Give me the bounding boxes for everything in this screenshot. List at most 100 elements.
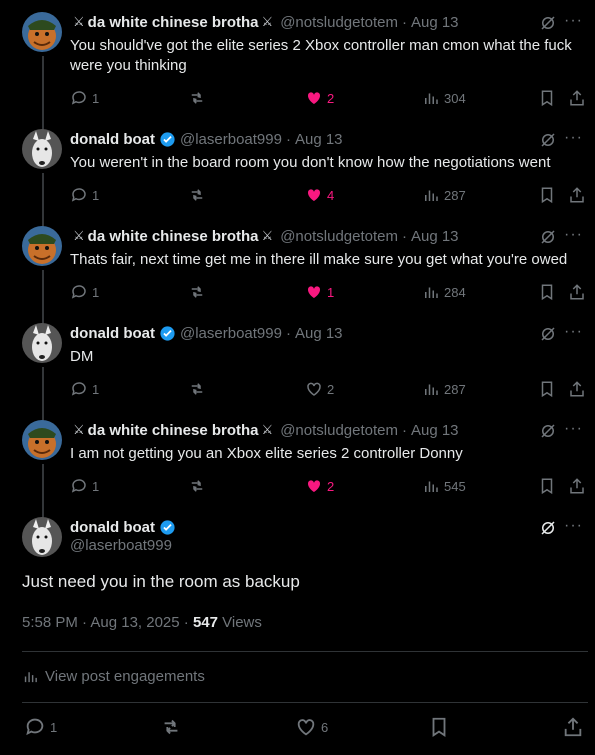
verified-badge-icon <box>160 519 175 535</box>
post-date[interactable]: Aug 13 <box>411 228 459 245</box>
display-name[interactable]: da white chinese brotha <box>88 14 259 31</box>
views-button[interactable]: 545 <box>422 476 466 496</box>
avatar[interactable] <box>22 517 62 557</box>
reply-button[interactable]: 1 <box>24 715 57 739</box>
repost-button[interactable] <box>188 476 210 496</box>
views-button[interactable]: 287 <box>422 379 466 399</box>
share-icon[interactable] <box>568 282 586 302</box>
like-button[interactable]: 2 <box>305 379 334 399</box>
views-button[interactable]: 284 <box>422 282 466 302</box>
user-handle[interactable]: @laserboat999 <box>180 131 282 148</box>
reply-button[interactable]: 1 <box>70 88 99 108</box>
post-text: DM <box>70 348 94 365</box>
share-icon[interactable] <box>568 379 586 399</box>
reply-count: 1 <box>92 381 100 397</box>
more-icon[interactable]: ··· <box>564 323 583 341</box>
avatar[interactable] <box>22 226 62 266</box>
repost-button[interactable] <box>188 282 210 302</box>
like-count: 2 <box>327 381 335 397</box>
more-icon[interactable]: ··· <box>564 129 583 147</box>
repost-button[interactable] <box>160 715 186 739</box>
repost-icon <box>191 383 203 395</box>
post-header: ⚔ da white chinese brotha ⚔ @notsludgeto… <box>70 420 459 440</box>
grok-icon[interactable] <box>539 519 557 537</box>
share-icon[interactable] <box>568 185 586 205</box>
reply-icon <box>71 91 86 105</box>
display-name[interactable]: donald boat <box>70 131 155 148</box>
avatar[interactable] <box>22 323 62 363</box>
like-button[interactable]: 6 <box>295 715 328 739</box>
view-engagements-link[interactable]: View post engagements <box>22 668 205 685</box>
repost-button[interactable] <box>188 185 210 205</box>
share-button[interactable] <box>562 715 588 739</box>
user-handle[interactable]: @notsludgetotem <box>280 228 398 245</box>
like-button[interactable]: 2 <box>305 88 334 108</box>
more-icon[interactable]: ··· <box>564 420 583 438</box>
reply-button[interactable]: 1 <box>70 185 99 205</box>
bookmark-icon[interactable] <box>538 476 556 496</box>
display-name[interactable]: da white chinese brotha <box>88 228 259 245</box>
grok-icon[interactable] <box>539 422 557 440</box>
reply-count: 1 <box>92 284 100 300</box>
repost-icon <box>191 92 203 104</box>
post-date[interactable]: Aug 13 <box>411 14 459 31</box>
display-name[interactable]: donald boat <box>70 325 155 342</box>
bookmark-icon[interactable] <box>538 88 556 108</box>
user-handle[interactable]: @notsludgetotem <box>280 14 398 31</box>
views-button[interactable]: 304 <box>422 88 466 108</box>
reply-button[interactable]: 1 <box>70 282 99 302</box>
more-icon[interactable]: ··· <box>564 226 583 244</box>
avatar[interactable] <box>22 420 62 460</box>
grok-icon[interactable] <box>539 14 557 32</box>
display-name[interactable]: donald boat <box>70 519 155 536</box>
like-count: 6 <box>321 719 329 735</box>
post-actions: 1 4 287 <box>70 185 590 205</box>
views-button[interactable]: 287 <box>422 185 466 205</box>
display-name[interactable]: da white chinese brotha <box>88 422 259 439</box>
more-icon[interactable]: ··· <box>564 517 583 535</box>
bookmark-icon[interactable] <box>538 185 556 205</box>
reply-button[interactable]: 1 <box>70 476 99 496</box>
bookmark-icon[interactable] <box>538 282 556 302</box>
grok-icon[interactable] <box>539 131 557 149</box>
share-icon[interactable] <box>568 88 586 108</box>
post-timestamp[interactable]: 5:58 PM · Aug 13, 2025 · <box>22 614 193 631</box>
user-handle[interactable]: @notsludgetotem <box>280 422 398 439</box>
repost-icon <box>191 189 203 201</box>
repost-button[interactable] <box>188 379 210 399</box>
avatar[interactable] <box>22 12 62 52</box>
bookmark-icon[interactable] <box>538 379 556 399</box>
reply-icon <box>26 718 44 736</box>
avatar[interactable] <box>22 129 62 169</box>
heart-icon <box>307 189 321 201</box>
views-icon <box>425 287 438 298</box>
more-icon[interactable]: ··· <box>564 12 583 30</box>
views-count: 304 <box>444 90 466 106</box>
like-button[interactable]: 2 <box>305 476 334 496</box>
reply-icon <box>71 285 86 299</box>
heart-icon <box>307 92 321 104</box>
engagements-label: View post engagements <box>45 668 205 685</box>
reply-button[interactable]: 1 <box>70 379 99 399</box>
user-handle[interactable]: @laserboat999 <box>180 325 282 342</box>
post-date[interactable]: Aug 13 <box>295 131 343 148</box>
reply-icon <box>71 188 86 202</box>
share-icon[interactable] <box>568 476 586 496</box>
crossed-swords-icon: ⚔ <box>261 228 274 243</box>
user-handle[interactable]: @laserboat999 <box>70 537 172 554</box>
post-date[interactable]: Aug 13 <box>411 422 459 439</box>
like-button[interactable]: 1 <box>305 282 334 302</box>
post-header: ⚔ da white chinese brotha ⚔ @notsludgeto… <box>70 12 459 32</box>
views-count: 284 <box>444 284 466 300</box>
main-post-text: Just need you in the room as backup <box>22 572 300 591</box>
post-actions: 1 2 287 <box>70 379 590 399</box>
bookmark-button[interactable] <box>428 715 454 739</box>
grok-icon[interactable] <box>539 325 557 343</box>
separator: · <box>285 130 291 148</box>
repost-button[interactable] <box>188 88 210 108</box>
post-text: Thats fair, next time get me in there il… <box>70 251 568 268</box>
post-date[interactable]: Aug 13 <box>295 325 343 342</box>
like-button[interactable]: 4 <box>305 185 334 205</box>
heart-icon <box>307 286 321 298</box>
grok-icon[interactable] <box>539 228 557 246</box>
